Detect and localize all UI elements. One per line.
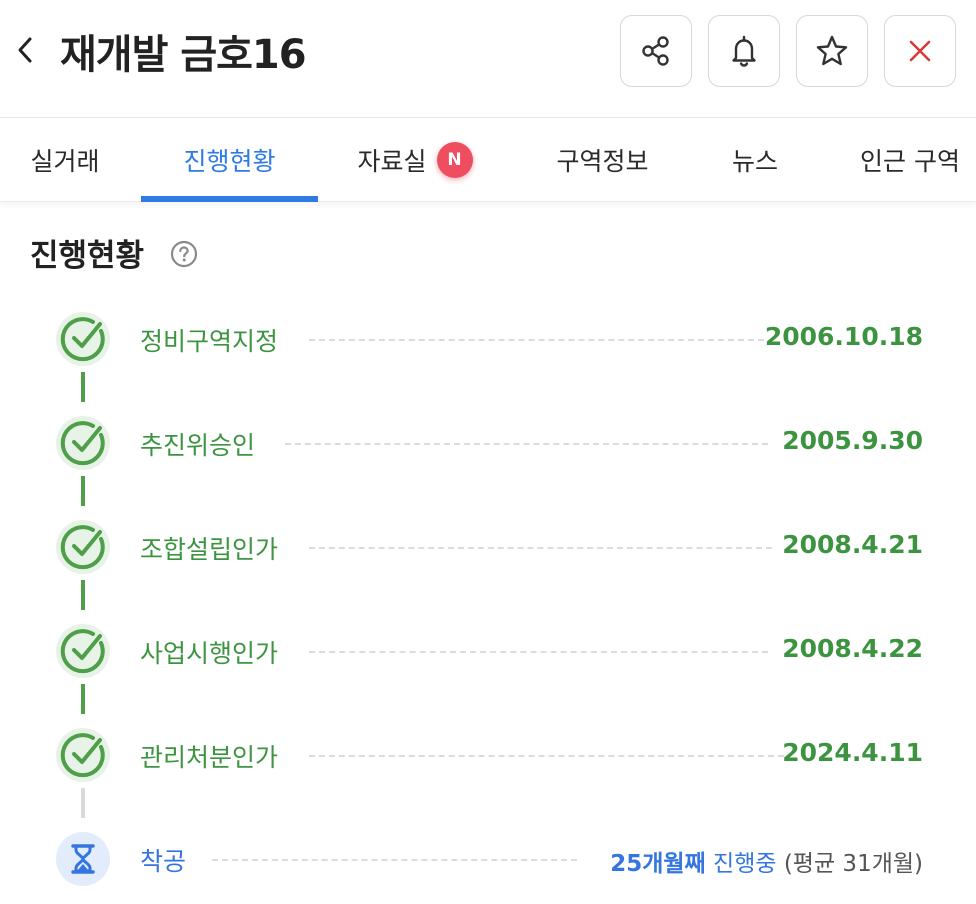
progress-text: 진행중: [713, 851, 777, 877]
step-label: 정비구역지정: [140, 327, 279, 356]
active-tab-indicator: [141, 196, 318, 202]
leader-line: [309, 755, 784, 757]
leader-line: [285, 443, 768, 445]
hourglass-icon: [56, 832, 110, 886]
check-circle-icon: [56, 728, 110, 782]
tab-transactions[interactable]: 실거래: [0, 118, 130, 202]
step-date: 2005.9.30: [782, 426, 923, 455]
step-date: 2008.4.22: [782, 634, 923, 663]
check-circle-icon: [56, 312, 110, 366]
tab-nearby-zones[interactable]: 인근 구역: [840, 118, 976, 202]
step-date: 2024.4.11: [782, 738, 923, 767]
back-button[interactable]: [10, 28, 40, 72]
new-badge: N: [436, 142, 473, 178]
timeline-connector: [81, 476, 85, 506]
tab-label: 실거래: [30, 147, 100, 176]
tab-progress[interactable]: 진행현황: [141, 118, 318, 202]
tab-label: 진행현황: [183, 147, 276, 176]
step-label: 조합설립인가: [140, 535, 279, 564]
step-date: 2006.10.18: [764, 322, 923, 351]
tab-bar: 실거래 진행현황 자료실 N 구역정보 뉴스 인근 구역: [0, 118, 976, 202]
average-duration: (평균 31개월): [783, 851, 923, 877]
star-icon: [816, 35, 848, 66]
step-progress-status: 25개월째 진행중 (평균 31개월): [610, 844, 923, 878]
tab-label: 구역정보: [556, 147, 649, 176]
page-title: 재개발 금호16: [60, 32, 307, 78]
leader-line: [309, 339, 764, 341]
tab-label: 뉴스: [731, 147, 778, 176]
leader-line: [212, 859, 577, 861]
step-label: 착공: [140, 847, 187, 876]
check-circle-icon: [56, 416, 110, 470]
close-button[interactable]: [884, 15, 956, 87]
leader-line: [309, 547, 772, 549]
tab-label: 자료실: [357, 147, 427, 176]
timeline-connector: [81, 580, 85, 610]
share-button[interactable]: [620, 15, 692, 87]
timeline-connector: [81, 372, 85, 402]
timeline-connector: [81, 684, 85, 714]
check-circle-icon: [56, 624, 110, 678]
check-circle-icon: [56, 520, 110, 574]
step-label: 추진위승인: [140, 431, 256, 460]
app-header: 재개발 금호16: [0, 0, 976, 118]
tab-news[interactable]: 뉴스: [700, 118, 810, 202]
favorite-button[interactable]: [796, 15, 868, 87]
progress-months: 25개월째: [610, 851, 706, 877]
question-circle-icon[interactable]: [170, 240, 198, 268]
step-date: 2008.4.21: [782, 530, 923, 559]
tab-zone-info[interactable]: 구역정보: [525, 118, 680, 202]
step-label: 관리처분인가: [140, 743, 279, 772]
step-label: 사업시행인가: [140, 639, 279, 668]
timeline-connector: [81, 788, 85, 818]
tab-documents[interactable]: 자료실 N: [335, 118, 495, 202]
notification-button[interactable]: [708, 15, 780, 87]
leader-line: [309, 651, 768, 653]
close-icon: [909, 40, 931, 62]
chevron-left-icon: [18, 37, 32, 63]
tab-label: 인근 구역: [860, 147, 960, 176]
section-title: 진행현황: [30, 238, 145, 274]
bell-icon: [732, 35, 756, 67]
share-icon: [642, 36, 669, 66]
